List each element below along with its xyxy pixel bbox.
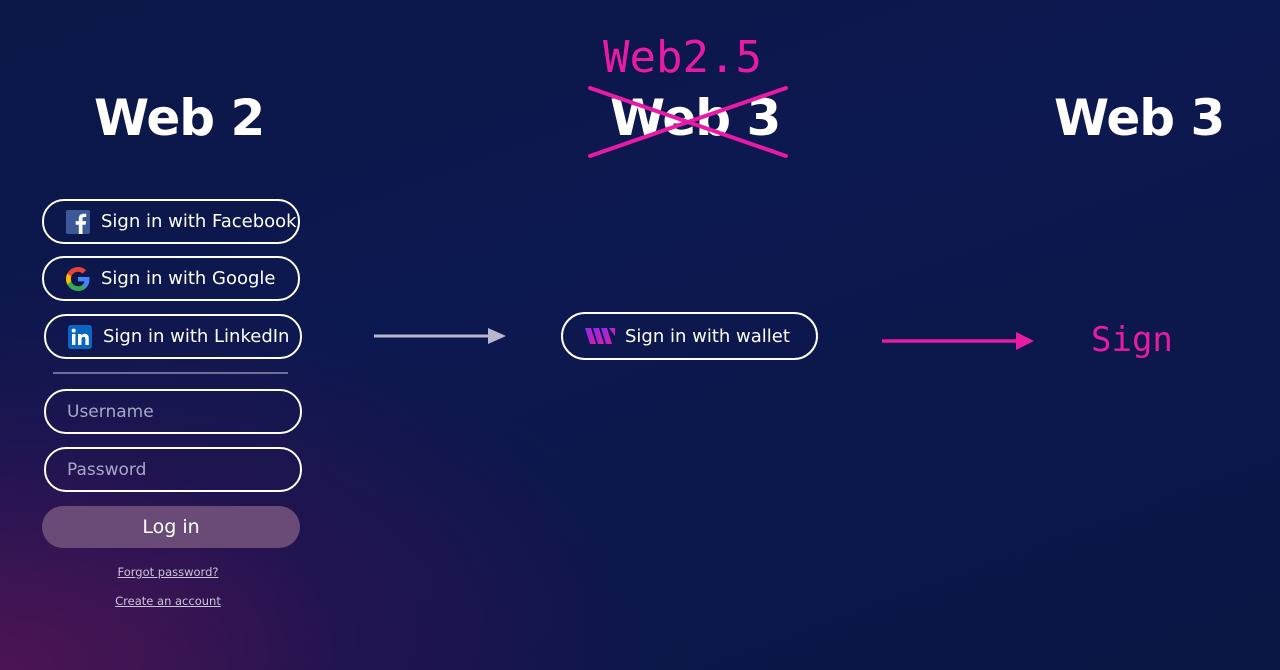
web25-annotation: Web2.5 — [603, 32, 762, 83]
login-button[interactable]: Log in — [42, 506, 300, 548]
web2-heading: Web 2 — [94, 89, 265, 147]
forgot-password-link[interactable]: Forgot password? — [42, 565, 294, 579]
linkedin-signin-label: Sign in with LinkedIn — [103, 326, 290, 347]
linkedin-signin-button[interactable]: Sign in with LinkedIn — [44, 314, 302, 359]
google-icon — [66, 266, 90, 291]
create-account-link[interactable]: Create an account — [42, 594, 294, 608]
arrow-right-pink-icon — [882, 332, 1034, 350]
password-input[interactable] — [44, 447, 302, 492]
web3-final-heading: Web 3 — [1054, 89, 1225, 147]
facebook-signin-button[interactable]: Sign in with Facebook — [42, 199, 300, 244]
facebook-signin-label: Sign in with Facebook — [101, 211, 297, 232]
facebook-icon — [66, 209, 90, 234]
wallet-signin-button[interactable]: Sign in with wallet — [561, 312, 818, 360]
linkedin-icon — [68, 324, 92, 349]
divider — [53, 372, 288, 374]
cross-out-mark — [588, 86, 788, 158]
sign-label: Sign — [1091, 320, 1173, 360]
google-signin-label: Sign in with Google — [101, 268, 276, 289]
google-signin-button[interactable]: Sign in with Google — [42, 256, 300, 301]
arrow-right-icon — [374, 328, 506, 344]
wallet-signin-label: Sign in with wallet — [625, 325, 790, 347]
username-input[interactable] — [44, 389, 302, 434]
wallet-logo-icon — [585, 326, 615, 346]
